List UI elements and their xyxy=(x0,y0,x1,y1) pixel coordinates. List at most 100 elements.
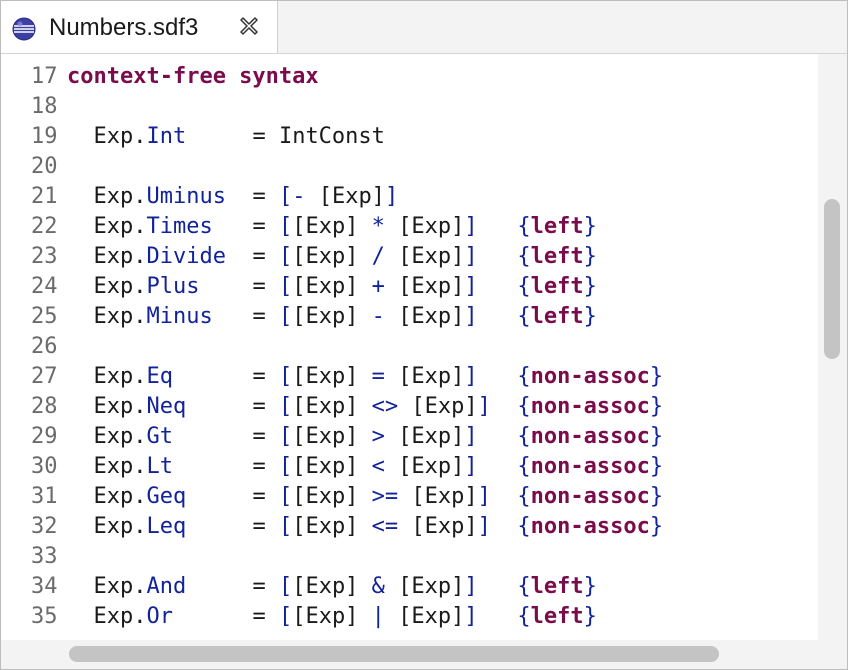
token-op: = xyxy=(212,304,279,329)
token-attr: non-assoc xyxy=(530,394,650,419)
token-brace: } xyxy=(583,274,597,299)
token-sort: Exp. xyxy=(67,214,147,239)
token-brace: } xyxy=(649,424,664,449)
token-op: = xyxy=(172,604,279,629)
token-lit: = xyxy=(358,364,399,389)
tab-numbers-sdf3[interactable]: Numbers.sdf3 xyxy=(1,1,278,53)
token-op xyxy=(478,214,518,239)
vertical-scrollbar-thumb[interactable] xyxy=(824,199,840,359)
token-lit: / xyxy=(358,244,399,269)
tab-title: Numbers.sdf3 xyxy=(49,14,199,41)
token-brace: { xyxy=(517,274,531,299)
token-attr: non-assoc xyxy=(530,424,650,449)
code-text: Exp.Minus = [[Exp] - [Exp]] {left} xyxy=(67,302,597,332)
code-line: 27 Exp.Eq = [[Exp] = [Exp]] {non-assoc} xyxy=(1,362,818,392)
token-brace: { xyxy=(517,574,531,599)
code-line: 33 xyxy=(1,542,818,572)
token-sort: Exp. xyxy=(67,244,147,269)
token-op: = xyxy=(199,274,279,299)
token-lit: [ xyxy=(278,484,293,509)
code-line: 28 Exp.Neq = [[Exp] <> [Exp]] {non-assoc… xyxy=(1,392,818,422)
token-lit: < xyxy=(358,454,399,479)
token-op xyxy=(478,424,518,449)
horizontal-scrollbar-thumb[interactable] xyxy=(69,646,719,662)
token-lit: [ xyxy=(278,364,293,389)
token-lit: ] xyxy=(464,574,478,599)
token-brace: { xyxy=(517,304,531,329)
token-brace: } xyxy=(649,454,664,479)
token-lit: ] xyxy=(464,214,478,239)
code-line: 17 context-free syntax xyxy=(1,62,818,92)
code-text: Exp.Neq = [[Exp] <> [Exp]] {non-assoc} xyxy=(67,392,663,422)
token-cons: Or xyxy=(146,604,173,629)
token-lit: ] xyxy=(477,484,491,509)
token-op: [Exp] xyxy=(292,454,359,479)
token-lit: <> xyxy=(358,394,412,419)
token-op: [Exp] xyxy=(398,214,465,239)
token-brace: { xyxy=(517,604,531,629)
token-lit: * xyxy=(358,214,399,239)
token-lit: <= xyxy=(358,514,412,539)
token-brace: } xyxy=(583,304,597,329)
token-op xyxy=(478,454,518,479)
token-sort: Exp. xyxy=(67,274,147,299)
token-op: [Exp] xyxy=(411,394,478,419)
token-op: = xyxy=(172,364,279,389)
line-number: 33 xyxy=(31,544,58,569)
token-lit: [ xyxy=(278,604,293,629)
line-number: 25 xyxy=(31,304,58,329)
token-op: = xyxy=(186,514,279,539)
token-lit: ] xyxy=(464,454,478,479)
token-sort: Exp. xyxy=(67,604,147,629)
token-brace: } xyxy=(649,364,664,389)
code-text: Exp.Plus = [[Exp] + [Exp]] {left} xyxy=(67,272,597,302)
token-op: [Exp] xyxy=(292,214,359,239)
token-op: [Exp] xyxy=(292,304,359,329)
code-line: 32 Exp.Leq = [[Exp] <= [Exp]] {non-assoc… xyxy=(1,512,818,542)
token-lit: [ xyxy=(278,424,293,449)
line-number: 20 xyxy=(31,154,58,179)
code-line: 26 xyxy=(1,332,818,362)
token-cons: Neq xyxy=(146,394,187,419)
line-number: 28 xyxy=(31,394,58,419)
token-lit: | xyxy=(358,604,399,629)
token-op: = IntConst xyxy=(186,124,385,149)
close-icon[interactable] xyxy=(237,14,261,38)
token-lit: [ xyxy=(278,274,293,299)
token-lit: ] xyxy=(464,304,478,329)
code-line: 29 Exp.Gt = [[Exp] > [Exp]] {non-assoc} xyxy=(1,422,818,452)
token-sort: Exp. xyxy=(67,124,147,149)
token-kw: context-free syntax xyxy=(67,64,319,89)
token-op xyxy=(478,304,518,329)
token-lit: ] xyxy=(464,364,478,389)
vertical-scrollbar[interactable] xyxy=(819,54,847,640)
token-lit: [ xyxy=(278,244,293,269)
token-lit: ] xyxy=(384,184,399,209)
horizontal-scrollbar[interactable] xyxy=(1,641,819,669)
line-number: 23 xyxy=(31,244,58,269)
code-text: Exp.Leq = [[Exp] <= [Exp]] {non-assoc} xyxy=(67,512,663,542)
token-attr: non-assoc xyxy=(530,364,650,389)
token-brace: { xyxy=(517,454,531,479)
token-op: = xyxy=(186,394,279,419)
token-sort: Exp. xyxy=(67,514,147,539)
token-attr: non-assoc xyxy=(530,454,650,479)
code-editor[interactable]: 17 context-free syntax 18 19 Exp.Int = IntC… xyxy=(1,54,818,640)
line-number: 26 xyxy=(31,334,58,359)
token-cons: Leq xyxy=(146,514,187,539)
token-op: [Exp] xyxy=(292,514,359,539)
token-cons: Plus xyxy=(146,274,200,299)
token-sort: Exp. xyxy=(67,304,147,329)
token-attr: left xyxy=(530,574,584,599)
code-text: Exp.Divide = [[Exp] / [Exp]] {left} xyxy=(67,242,596,272)
token-lit: & xyxy=(358,574,399,599)
code-line: 19 Exp.Int = IntConst xyxy=(1,122,818,152)
line-number: 17 xyxy=(31,64,58,89)
code-line: 35 Exp.Or = [[Exp] | [Exp]] {left} xyxy=(1,602,818,632)
token-op: = xyxy=(186,484,279,509)
token-attr: left xyxy=(530,214,584,239)
code-line: 21 Exp.Uminus = [- [Exp]] xyxy=(1,182,818,212)
token-lit: ] xyxy=(464,424,478,449)
line-number: 29 xyxy=(31,424,58,449)
token-lit: >= xyxy=(358,484,412,509)
